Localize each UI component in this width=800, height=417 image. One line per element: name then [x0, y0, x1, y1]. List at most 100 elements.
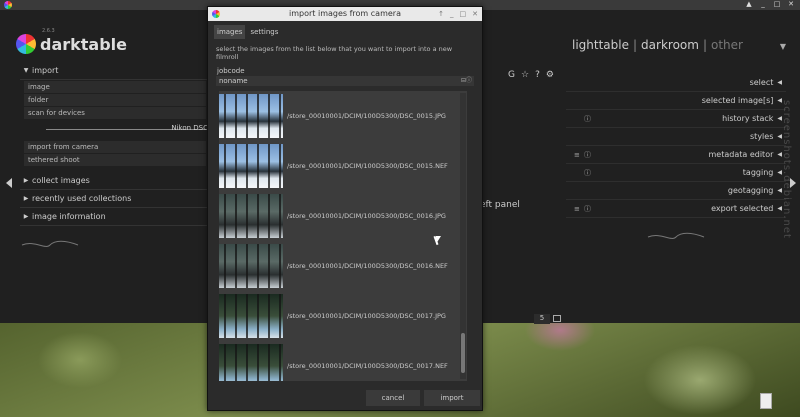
- thumbnail-trees: [219, 194, 283, 238]
- tab-images[interactable]: images: [214, 25, 246, 39]
- minimize-button[interactable]: _: [758, 0, 768, 8]
- module-select[interactable]: select ◀: [566, 74, 786, 92]
- logo: darktable: [16, 34, 127, 54]
- file-name: /store_00010001/DCIM/100D5300/DSC_0017.J…: [287, 312, 446, 320]
- star-icon[interactable]: ☆: [521, 70, 529, 80]
- close-button[interactable]: ✕: [786, 0, 796, 8]
- module-label: image information: [32, 212, 106, 221]
- chevron-down-icon[interactable]: ▼: [780, 42, 786, 51]
- maximize-button[interactable]: □: [460, 7, 467, 21]
- file-row[interactable]: /store_00010001/DCIM/100D5300/DSC_0015.J…: [219, 91, 467, 141]
- thumbnail: [219, 194, 283, 238]
- collapsed-arrow-icon: ▶: [23, 195, 29, 202]
- app-version: 2.6.3: [42, 28, 55, 34]
- file-name: /store_00010001/DCIM/100D5300/DSC_0017.N…: [287, 362, 448, 370]
- import-scan-for-devices-button[interactable]: scan for devices: [24, 107, 206, 119]
- document-icon[interactable]: [760, 393, 772, 409]
- module-label: geotagging: [727, 186, 774, 195]
- up-icon[interactable]: ▲: [744, 0, 754, 8]
- darktable-logo-icon: [16, 34, 36, 54]
- maximize-button[interactable]: □: [772, 0, 782, 8]
- up-icon[interactable]: ↑: [438, 7, 444, 21]
- import-image-button[interactable]: image: [24, 81, 206, 93]
- app-icon: [212, 10, 220, 18]
- camera-label: Nikon DSC: [171, 124, 208, 132]
- left-panel: ▼ import image folder scan for devices Nik…: [20, 62, 210, 252]
- thumbnail: [219, 244, 283, 288]
- file-name: /store_00010001/DCIM/100D5300/DSC_0015.J…: [287, 112, 446, 120]
- file-name: /store_00010001/DCIM/100D5300/DSC_0016.N…: [287, 262, 448, 270]
- reset-icon[interactable]: ⓘ: [584, 204, 591, 214]
- close-button[interactable]: ✕: [472, 7, 478, 21]
- file-row[interactable]: /store_00010001/DCIM/100D5300/DSC_0017.J…: [219, 291, 467, 341]
- presets-icon[interactable]: ≡: [574, 205, 580, 213]
- module-collect-images[interactable]: ▶ collect images: [20, 172, 210, 190]
- view-darkroom[interactable]: darkroom: [641, 38, 699, 52]
- module-styles[interactable]: styles ◀: [566, 128, 786, 146]
- panel-end-flourish: [647, 232, 705, 239]
- tethered-shoot-button[interactable]: tethered shoot: [24, 154, 206, 166]
- thumbnail-trees: [219, 144, 283, 188]
- collapsed-arrow-icon: ▶: [23, 213, 29, 220]
- module-selected-image-s-[interactable]: selected image[s] ◀: [566, 92, 786, 110]
- module-image-information[interactable]: ▶ image information: [20, 208, 210, 226]
- cancel-button[interactable]: cancel: [366, 390, 420, 406]
- file-list-scrollbar[interactable]: [460, 93, 466, 379]
- import-from-camera-button[interactable]: import from camera: [24, 141, 206, 153]
- collapsed-arrow-icon: ◀: [777, 79, 782, 86]
- tab-settings[interactable]: settings: [247, 25, 281, 39]
- view-lighttable[interactable]: lighttable: [572, 38, 629, 52]
- module-export-selected[interactable]: ≡ ⓘ export selected ◀: [566, 200, 786, 218]
- file-list[interactable]: /store_00010001/DCIM/100D5300/DSC_0015.J…: [219, 91, 467, 381]
- camera-row: Nikon DSC: [20, 123, 210, 137]
- module-geotagging[interactable]: geotagging ◀: [566, 182, 786, 200]
- reset-icon[interactable]: ⓘ: [584, 168, 591, 178]
- file-row[interactable]: /store_00010001/DCIM/100D5300/DSC_0016.N…: [219, 241, 467, 291]
- view-other[interactable]: other: [711, 38, 743, 52]
- jobcode-label: jobcode: [217, 67, 245, 75]
- file-row[interactable]: /store_00010001/DCIM/100D5300/DSC_0015.N…: [219, 141, 467, 191]
- dialog-titlebar: import images from camera ↑ _ □ ✕: [208, 7, 482, 21]
- filmstrip-count[interactable]: 5: [534, 314, 550, 324]
- thumbnail: [219, 94, 283, 138]
- thumbnail-trees: [219, 94, 283, 138]
- module-label: export selected: [711, 204, 774, 213]
- thumbnail: [219, 344, 283, 381]
- display-icon[interactable]: [553, 315, 561, 322]
- info-icon: ⊟ⓘ: [460, 77, 472, 84]
- app-name: darktable: [40, 34, 128, 54]
- gear-icon[interactable]: ⚙: [546, 70, 554, 80]
- reset-icon[interactable]: ⓘ: [584, 114, 591, 124]
- collapsed-arrow-icon: ▶: [23, 177, 29, 184]
- module-label: collect images: [32, 176, 90, 185]
- dialog-tabs: images settings: [208, 21, 482, 43]
- help-icon[interactable]: ?: [535, 70, 540, 80]
- module-history-stack[interactable]: ⓘ history stack ◀: [566, 110, 786, 128]
- reset-icon[interactable]: ⓘ: [584, 150, 591, 160]
- grouping-icon[interactable]: G: [508, 70, 515, 80]
- minimize-button[interactable]: _: [450, 7, 454, 21]
- expanded-arrow-icon: ▼: [23, 67, 29, 74]
- center-hint: eft panel: [480, 200, 520, 210]
- jobcode-input[interactable]: noname ⊟ⓘ: [216, 76, 474, 86]
- module-recently-used-collections[interactable]: ▶ recently used collections: [20, 190, 210, 208]
- dialog-description: select the images from the list below th…: [216, 45, 453, 61]
- thumbnail-trees: [219, 244, 283, 288]
- module-tagging[interactable]: ⓘ tagging ◀: [566, 164, 786, 182]
- import-button[interactable]: import: [424, 390, 480, 406]
- file-name: /store_00010001/DCIM/100D5300/DSC_0016.J…: [287, 212, 446, 220]
- module-metadata-editor[interactable]: ≡ ⓘ metadata editor ◀: [566, 146, 786, 164]
- dialog-title: import images from camera: [289, 9, 401, 18]
- module-label: recently used collections: [32, 194, 132, 203]
- collapse-left-panel-icon[interactable]: [6, 178, 12, 188]
- presets-icon[interactable]: ≡: [574, 151, 580, 159]
- module-label: metadata editor: [708, 150, 774, 159]
- import-folder-button[interactable]: folder: [24, 94, 206, 106]
- scroll-thumb[interactable]: [461, 333, 465, 373]
- thumbnail-trees: [219, 294, 283, 338]
- module-label: select: [749, 78, 774, 87]
- file-row[interactable]: /store_00010001/DCIM/100D5300/DSC_0017.N…: [219, 341, 467, 381]
- file-row[interactable]: /store_00010001/DCIM/100D5300/DSC_0016.J…: [219, 191, 467, 241]
- panel-end-flourish: [21, 240, 79, 247]
- import-module-header[interactable]: ▼ import: [20, 62, 210, 80]
